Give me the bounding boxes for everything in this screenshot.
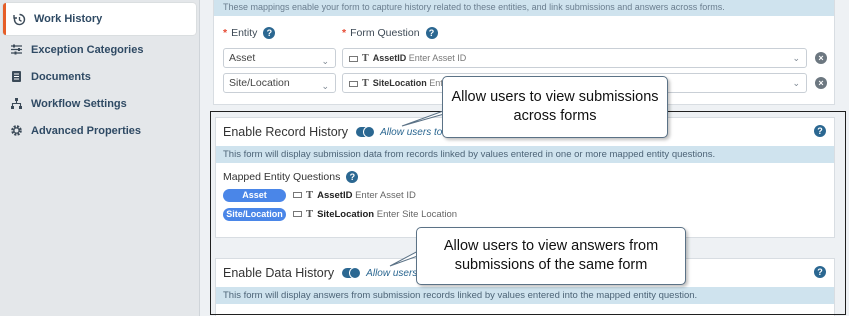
entity-select[interactable]: Asset ⌄ bbox=[223, 48, 336, 68]
sidebar-item-label: Work History bbox=[34, 13, 103, 25]
mapping-intro: These mappings enable your form to captu… bbox=[214, 0, 834, 16]
chevron-down-icon: ⌄ bbox=[792, 53, 800, 63]
record-history-info: This form will display submission data f… bbox=[216, 146, 834, 163]
chevron-down-icon: ⌄ bbox=[792, 78, 800, 88]
text-type-icon: T bbox=[306, 190, 314, 201]
chevron-down-icon: ⌄ bbox=[321, 81, 329, 91]
entity-pill: Asset bbox=[223, 189, 286, 202]
workflow-icon bbox=[10, 97, 23, 110]
entity-label-wrap: * Entity? bbox=[223, 27, 276, 40]
sidebar: Work History Exception Categories Docume… bbox=[0, 0, 200, 316]
sidebar-item-label: Workflow Settings bbox=[31, 97, 127, 110]
remove-icon[interactable]: × bbox=[815, 77, 827, 89]
form-question-label-wrap: * Form Question? bbox=[342, 27, 438, 40]
help-icon[interactable]: ? bbox=[346, 171, 359, 183]
help-icon[interactable]: ? bbox=[263, 27, 276, 40]
data-history-info: This form will display answers from subm… bbox=[216, 287, 834, 304]
history-icon bbox=[13, 13, 26, 26]
document-icon bbox=[10, 70, 23, 83]
list-item: Asset T AssetID Enter Asset ID bbox=[216, 189, 834, 202]
sidebar-item-label: Exception Categories bbox=[31, 43, 144, 56]
record-history-callout: Allow users to view submissions across f… bbox=[442, 76, 668, 138]
textbox-icon bbox=[349, 55, 358, 62]
text-type-icon: T bbox=[362, 79, 369, 89]
sidebar-item-workflow-settings[interactable]: Workflow Settings bbox=[0, 90, 199, 117]
remove-icon[interactable]: × bbox=[815, 52, 827, 64]
record-history-toggle[interactable] bbox=[356, 126, 376, 138]
sidebar-item-label: Advanced Properties bbox=[31, 124, 142, 137]
text-type-icon: T bbox=[362, 54, 369, 64]
help-icon[interactable]: ? bbox=[425, 27, 438, 40]
list-item: Site/Location T SiteLocation Enter Site L… bbox=[216, 208, 834, 221]
chevron-down-icon: ⌄ bbox=[321, 56, 329, 66]
textbox-icon bbox=[349, 80, 358, 87]
textbox-icon bbox=[293, 211, 302, 218]
entity-pill: Site/Location bbox=[223, 208, 286, 221]
help-icon[interactable]: ? bbox=[814, 266, 826, 278]
sidebar-item-documents[interactable]: Documents bbox=[0, 63, 199, 90]
sidebar-item-advanced-properties[interactable]: Advanced Properties bbox=[0, 117, 199, 144]
form-question-label: Form Question bbox=[350, 27, 420, 39]
sidebar-item-work-history[interactable]: Work History bbox=[3, 3, 196, 35]
data-history-callout: Allow users to view answers from submiss… bbox=[416, 227, 686, 285]
textbox-icon bbox=[293, 192, 302, 199]
text-type-icon: T bbox=[306, 209, 314, 220]
mapped-entity-questions-label: Mapped Entity Questions bbox=[223, 171, 341, 183]
data-history-toggle[interactable] bbox=[342, 267, 362, 279]
gear-icon bbox=[10, 124, 23, 137]
entity-label: Entity bbox=[231, 27, 258, 39]
mapped-entity-questions-label-wrap: Mapped Entity Questions? bbox=[216, 171, 834, 183]
sliders-icon bbox=[10, 43, 23, 56]
form-question-select[interactable]: T AssetID Enter Asset ID ⌄ bbox=[342, 48, 807, 68]
entity-select[interactable]: Site/Location ⌄ bbox=[223, 73, 336, 93]
help-icon[interactable]: ? bbox=[814, 125, 826, 137]
record-history-title: Enable Record History bbox=[223, 125, 349, 139]
sidebar-item-label: Documents bbox=[31, 70, 91, 83]
data-history-title: Enable Data History bbox=[223, 266, 335, 280]
sidebar-item-exception-categories[interactable]: Exception Categories bbox=[0, 36, 199, 63]
